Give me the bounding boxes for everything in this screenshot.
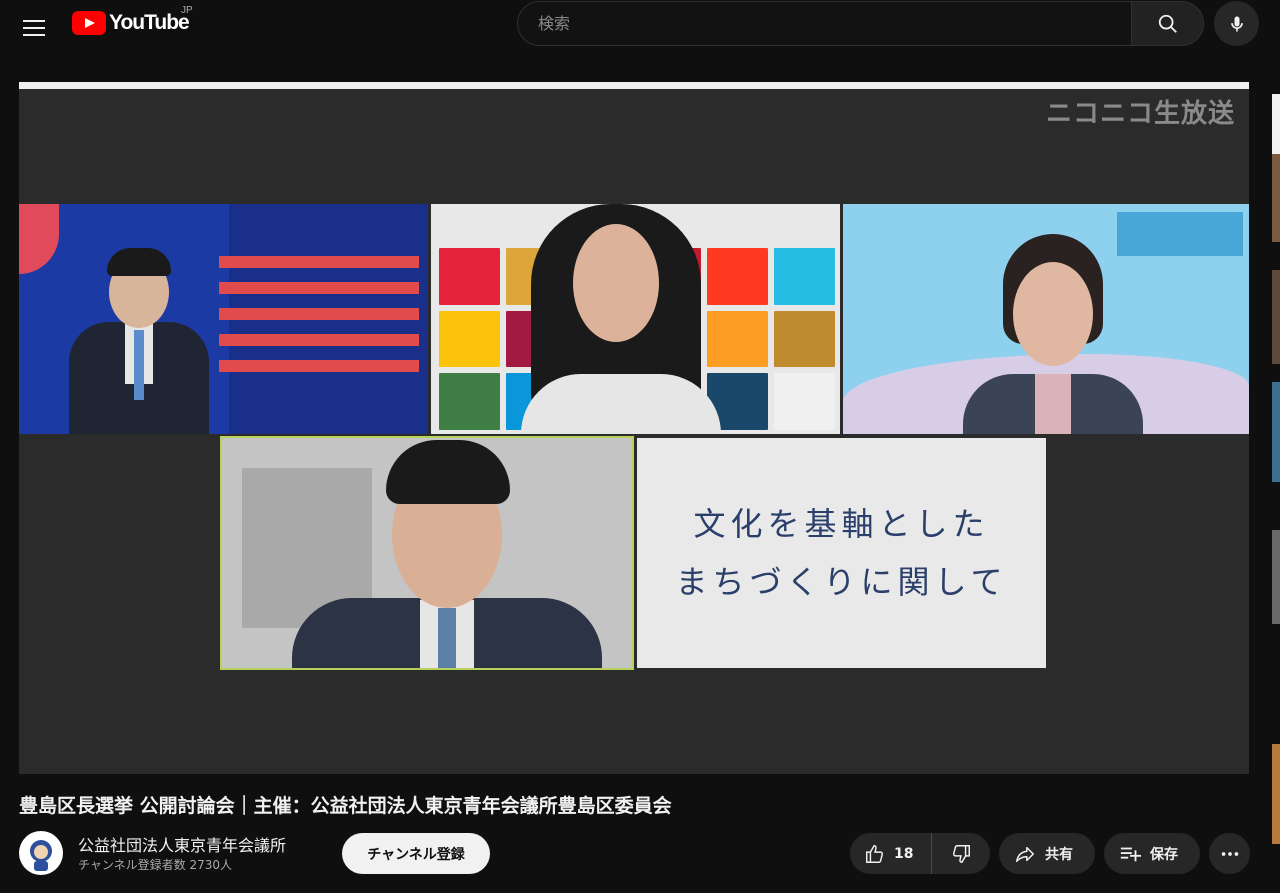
- voice-search-button[interactable]: [1214, 1, 1259, 46]
- participant-4: [282, 438, 612, 668]
- like-count: 18: [894, 845, 914, 862]
- playlist-add-icon: [1120, 847, 1141, 861]
- slide-line-2: まちづくりに関して: [675, 563, 1008, 601]
- broadcast-watermark: ニコニコ生放送: [1045, 99, 1235, 129]
- hamburger-menu-icon[interactable]: [14, 8, 54, 48]
- like-button[interactable]: 18: [850, 833, 932, 874]
- slide-line-1: 文化を基軸とした: [693, 505, 990, 543]
- video-tile-4-active-speaker: [220, 436, 634, 670]
- youtube-logo[interactable]: YouTube: [72, 10, 190, 36]
- country-code: JP: [181, 5, 193, 16]
- participant-3: [953, 234, 1153, 434]
- youtube-play-icon: [72, 11, 106, 35]
- thumbs-down-icon: [952, 844, 970, 863]
- channel-avatar[interactable]: [19, 831, 63, 875]
- video-tile-1: [19, 204, 428, 434]
- top-bar: YouTube JP: [0, 0, 1280, 56]
- video-player[interactable]: ニコニコ生放送 文化を基軸とした まちづくりに関して: [19, 82, 1249, 774]
- share-button[interactable]: 共有: [999, 833, 1095, 874]
- presentation-slide: 文化を基軸とした まちづくりに関して: [637, 438, 1046, 668]
- participant-1: [59, 242, 219, 434]
- recommended-thumbnails-edge[interactable]: [1272, 90, 1280, 893]
- search-icon: [1158, 14, 1177, 33]
- subscribe-button[interactable]: チャンネル登録: [342, 833, 490, 874]
- subscriber-count: チャンネル登録者数 2730人: [78, 858, 232, 872]
- microphone-icon: [1230, 16, 1243, 31]
- share-label: 共有: [1045, 846, 1073, 863]
- video-tile-2: [431, 204, 840, 434]
- mascot-icon: [30, 840, 52, 871]
- logo-text: YouTube: [109, 11, 190, 34]
- video-tile-3: [843, 204, 1249, 434]
- search-box[interactable]: [517, 1, 1132, 46]
- search-button[interactable]: [1131, 1, 1204, 46]
- dislike-button[interactable]: [932, 833, 990, 874]
- more-horizontal-icon: [1221, 851, 1238, 856]
- like-dislike-group: 18: [850, 833, 990, 874]
- share-icon: [1016, 846, 1034, 862]
- thumbs-up-icon: [866, 844, 884, 863]
- channel-name[interactable]: 公益社団法人東京青年会議所: [78, 832, 286, 856]
- participant-2: [501, 204, 741, 434]
- player-top-strip: [19, 82, 1249, 89]
- search-input[interactable]: [518, 2, 1132, 45]
- more-actions-button[interactable]: [1209, 833, 1250, 874]
- save-button[interactable]: 保存: [1104, 833, 1200, 874]
- video-title: 豊島区長選挙 公開討論会｜主催：公益社団法人東京青年会議所豊島区委員会: [19, 795, 672, 817]
- save-label: 保存: [1150, 846, 1178, 863]
